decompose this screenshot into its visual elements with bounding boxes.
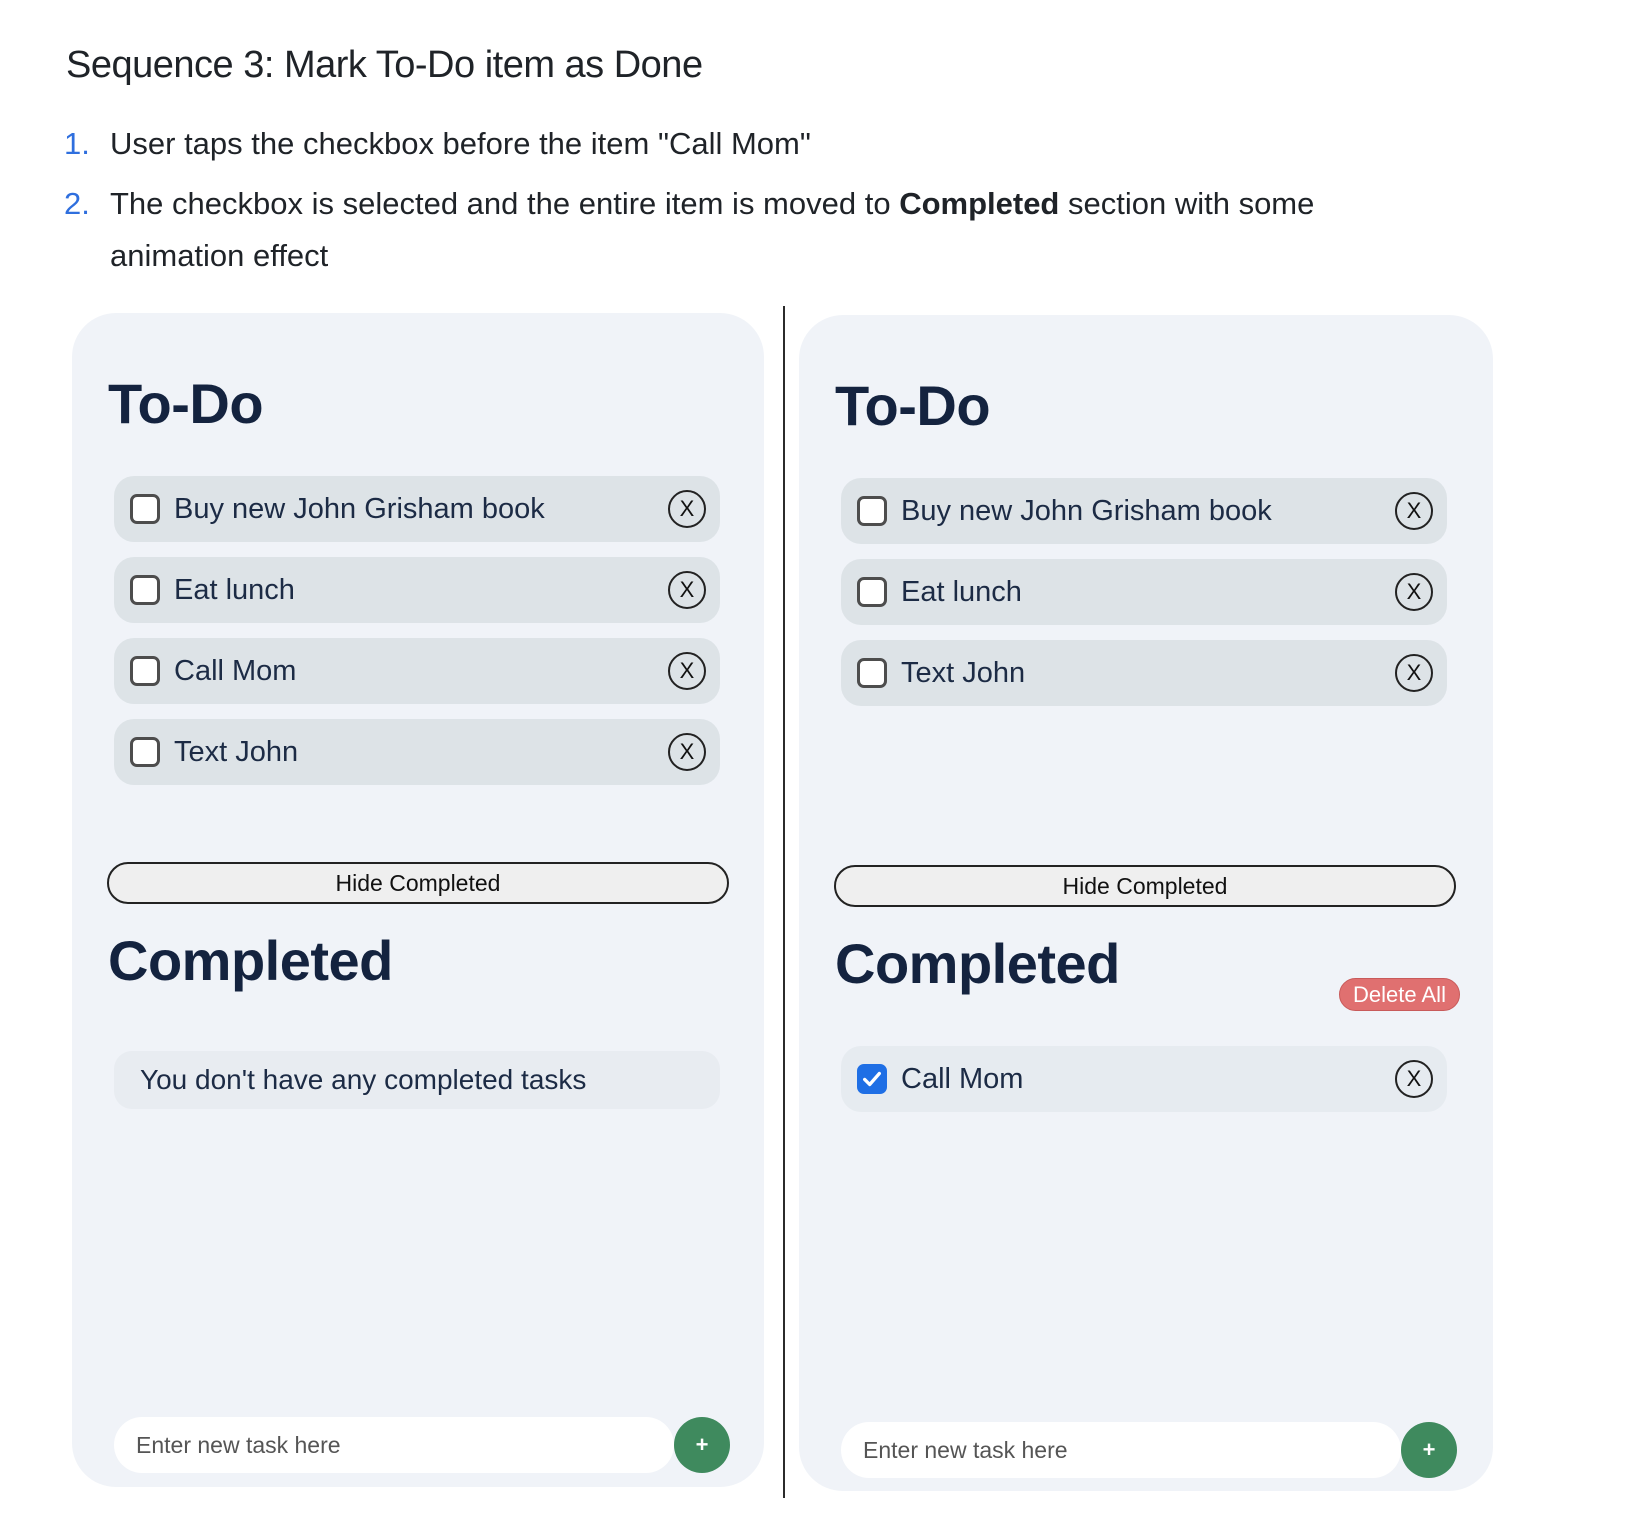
- todo-item: Text John X: [841, 640, 1447, 706]
- todo-section-title: To-Do: [108, 372, 264, 435]
- delete-item-button[interactable]: X: [668, 652, 706, 690]
- delete-item-button[interactable]: X: [1395, 1060, 1433, 1098]
- step-text: The checkbox is selected and the entire …: [110, 178, 1424, 282]
- checkmark-icon: [863, 1071, 881, 1087]
- hide-completed-button[interactable]: Hide Completed: [107, 862, 729, 904]
- new-task-input[interactable]: [114, 1417, 674, 1473]
- todo-item: Call Mom X: [114, 638, 720, 704]
- todo-item-label: Call Mom: [174, 654, 297, 687]
- todo-item: Text John X: [114, 719, 720, 785]
- todo-section-title: To-Do: [835, 374, 991, 437]
- todo-item-label: Buy new John Grisham book: [174, 492, 545, 525]
- checkbox[interactable]: [857, 577, 887, 607]
- delete-item-button[interactable]: X: [1395, 492, 1433, 530]
- completed-item-label: Call Mom: [901, 1062, 1024, 1095]
- new-task-input[interactable]: [841, 1422, 1401, 1478]
- add-task-button[interactable]: +: [1401, 1422, 1457, 1478]
- step-number: 1.: [64, 126, 90, 161]
- todo-item-label: Buy new John Grisham book: [901, 494, 1272, 527]
- step-text-bold: Completed: [899, 186, 1060, 221]
- page-title: Sequence 3: Mark To-Do item as Done: [66, 44, 703, 86]
- todo-item-label: Text John: [901, 656, 1026, 689]
- todo-item-label: Eat lunch: [901, 575, 1022, 608]
- empty-completed-message: You don't have any completed tasks: [114, 1051, 720, 1109]
- step-number: 2.: [64, 186, 90, 221]
- hide-completed-button[interactable]: Hide Completed: [834, 865, 1456, 907]
- completed-item: Call Mom X: [841, 1046, 1447, 1112]
- completed-section-title: Completed: [835, 932, 1120, 995]
- todo-app-before: To-Do Buy new John Grisham book X Eat lu…: [72, 313, 764, 1487]
- checkbox[interactable]: [130, 656, 160, 686]
- checkbox-checked[interactable]: [857, 1064, 887, 1094]
- delete-item-button[interactable]: X: [1395, 654, 1433, 692]
- delete-item-button[interactable]: X: [668, 733, 706, 771]
- todo-app-after: To-Do Buy new John Grisham book X Eat lu…: [799, 315, 1493, 1491]
- delete-item-button[interactable]: X: [1395, 573, 1433, 611]
- panel-divider: [783, 306, 785, 1498]
- todo-item-label: Text John: [174, 735, 299, 768]
- steps-list: 1. User taps the checkbox before the ite…: [64, 118, 1424, 290]
- todo-item: Buy new John Grisham book X: [114, 476, 720, 542]
- delete-item-button[interactable]: X: [668, 490, 706, 528]
- checkbox[interactable]: [130, 494, 160, 524]
- checkbox[interactable]: [857, 496, 887, 526]
- delete-all-button[interactable]: Delete All: [1339, 978, 1460, 1011]
- step-item: 1. User taps the checkbox before the ite…: [64, 118, 1424, 170]
- checkbox[interactable]: [130, 737, 160, 767]
- todo-item: Eat lunch X: [841, 559, 1447, 625]
- todo-item: Buy new John Grisham book X: [841, 478, 1447, 544]
- delete-item-button[interactable]: X: [668, 571, 706, 609]
- todo-item: Eat lunch X: [114, 557, 720, 623]
- step-text: User taps the checkbox before the item "…: [110, 126, 811, 161]
- add-task-button[interactable]: +: [674, 1417, 730, 1473]
- step-item: 2. The checkbox is selected and the enti…: [64, 178, 1424, 282]
- checkbox[interactable]: [130, 575, 160, 605]
- checkbox[interactable]: [857, 658, 887, 688]
- step-text-before: The checkbox is selected and the entire …: [110, 186, 900, 221]
- todo-item-label: Eat lunch: [174, 573, 295, 606]
- completed-section-title: Completed: [108, 929, 393, 992]
